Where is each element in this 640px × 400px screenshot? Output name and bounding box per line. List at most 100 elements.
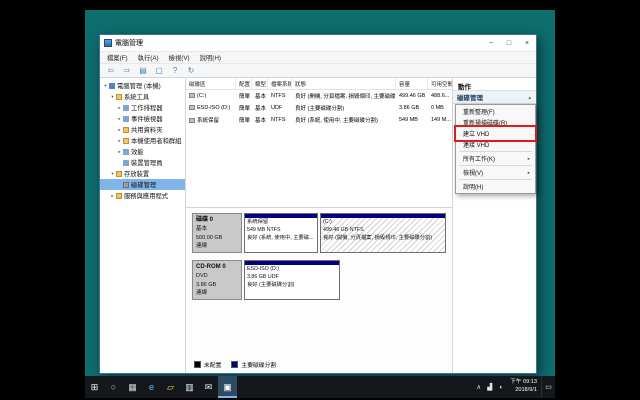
context-menu-item[interactable]: 連接 VHD: [457, 139, 534, 150]
tree-item[interactable]: ▸ 本機使用者和群組: [100, 135, 185, 146]
menu-item[interactable]: 檢視(V): [165, 53, 194, 62]
expand-arrow-icon[interactable]: ▸: [116, 149, 123, 155]
partition-status: 良好 (主要磁碟分割): [247, 281, 295, 288]
partitions: 系統保留 549 MB NTFS 良好 (系統, 使用中, 主要磁... (C:) 49…: [244, 213, 446, 253]
clock-date: 2018/9/1: [515, 387, 537, 393]
tree-item[interactable]: ▾ 存放裝置: [100, 168, 185, 179]
tree-item-label: 電腦管理 (本機): [117, 83, 161, 90]
context-menu-item[interactable]: 說明(H): [457, 181, 534, 192]
expand-arrow-icon[interactable]: ▸: [116, 127, 123, 133]
volume-cell: 488.6...: [431, 93, 450, 99]
taskbar: ⊞ ○ ▦ e ▱ ▥ ✉ ▣ ∧ ▟ ◖ 下午 09:13 2018/9/1 ▭: [85, 376, 555, 398]
volume-row[interactable]: (C:)簡單基本NTFS良好 (開機, 分頁檔案, 損毀傾印, 主要磁碟分割)4…: [186, 90, 452, 102]
context-menu-item[interactable]: 檢視(V) ▸: [457, 167, 534, 178]
maximize-button[interactable]: □: [500, 35, 518, 51]
disk-header[interactable]: CD-ROM 0 DVD 3.86 GB 連線: [192, 260, 242, 300]
caption-buttons: − □ ×: [482, 35, 536, 51]
expand-arrow-icon[interactable]: ▸: [116, 138, 123, 144]
tree-item[interactable]: 裝置管理員: [100, 157, 185, 168]
drive-icon: [189, 105, 195, 111]
column-header[interactable]: 容量: [396, 78, 428, 89]
computer-management-icon[interactable]: ▣: [218, 376, 237, 398]
column-header[interactable]: 磁碟區: [186, 78, 236, 89]
partition-block[interactable]: ESD-ISO (D:) 3.86 GB UDF 良好 (主要磁碟分割): [244, 260, 340, 300]
mail-icon[interactable]: ✉: [199, 376, 218, 398]
tree-item[interactable]: 磁碟管理: [100, 179, 185, 190]
tree-item-label: 服務與應用程式: [124, 193, 169, 200]
forward-icon[interactable]: ⇨: [121, 66, 133, 75]
context-menu-item[interactable]: 建立 VHD: [454, 125, 537, 142]
network-icon[interactable]: ▟: [484, 383, 495, 391]
partition-block[interactable]: 系統保留 549 MB NTFS 良好 (系統, 使用中, 主要磁...: [244, 213, 318, 253]
task-view-icon[interactable]: ▦: [123, 376, 142, 398]
expand-arrow-icon[interactable]: ▸: [109, 193, 116, 199]
volume-row[interactable]: ESD-ISO (D:) 簡單 基本 UDF 良好 (主要磁碟分割) 3.86 GB 0 M…: [186, 102, 452, 114]
folder-icon: [116, 170, 122, 177]
refresh-icon[interactable]: ↻: [185, 66, 197, 75]
tree-item-label: 效能: [131, 149, 144, 156]
partition-size: 499.46 GB NTFS: [323, 226, 364, 233]
partition-body: (C:) 499.46 GB NTFS 良好 (開機, 分頁檔案, 損毀傾印, 主要…: [321, 218, 445, 252]
volume-icon[interactable]: ◖: [495, 384, 506, 391]
legend-label: 未配置: [204, 363, 222, 369]
partition-status: 良好 (系統, 使用中, 主要磁...: [247, 234, 314, 241]
column-header[interactable]: 檔案系統: [268, 78, 292, 89]
edge-icon[interactable]: e: [142, 376, 161, 398]
actions-section-disk-management[interactable]: 磁碟管理 ▲: [453, 91, 536, 104]
column-header[interactable]: 可用空間: [428, 78, 452, 89]
disk-size: 3.86 GB: [196, 281, 217, 288]
menu-item[interactable]: 執行(A): [134, 53, 163, 62]
back-icon[interactable]: ⇦: [105, 66, 117, 75]
desktop: 電腦管理 − □ × 檔案(F) 執行(A) 檢視(V) 說明(H) ⇦ ⇨ ▤ ▢? ↻ ▾…: [85, 10, 555, 398]
start-button[interactable]: ⊞: [85, 376, 104, 398]
tree-item[interactable]: ▾ 系統工具: [100, 91, 185, 102]
tree-item[interactable]: ▸ 服務與應用程式: [100, 190, 185, 201]
taskbar-clock[interactable]: 下午 09:13 2018/9/1: [510, 379, 537, 394]
expand-arrow-icon[interactable]: ▾: [109, 94, 116, 100]
volume-cell: 基本: [255, 118, 267, 124]
expand-arrow-icon[interactable]: ▸: [116, 116, 123, 122]
volume-cell: (C:): [186, 93, 236, 99]
expand-arrow-icon[interactable]: ▾: [109, 171, 116, 177]
search-icon[interactable]: ○: [104, 376, 123, 398]
menu-item[interactable]: 說明(H): [196, 53, 225, 62]
action-center-icon[interactable]: ▭: [541, 376, 555, 398]
volume-rows: (C:)簡單基本NTFS良好 (開機, 分頁檔案, 損毀傾印, 主要磁碟分割)4…: [186, 90, 452, 126]
window-titlebar[interactable]: 電腦管理 − □ ×: [100, 35, 536, 51]
minimize-button[interactable]: −: [482, 35, 500, 51]
tree-item[interactable]: ▾ 電腦管理 (本機): [100, 80, 185, 91]
help-icon[interactable]: ?: [169, 66, 181, 75]
disk-icon: [123, 181, 129, 188]
volume-cell: 基本: [255, 94, 267, 100]
expand-arrow-icon[interactable]: ▾: [102, 83, 109, 89]
column-header[interactable]: 配置: [236, 78, 252, 89]
tree-item[interactable]: ▸ 效能: [100, 146, 185, 157]
legend-label: 主要磁碟分割: [241, 363, 277, 369]
clock-time: 下午 09:13: [510, 379, 537, 386]
empty-track: [342, 260, 446, 300]
volume-row[interactable]: 系統保留 簡單 基本 NTFS 良好 (系統, 使用中, 主要磁碟分割) 549 MB 14…: [186, 114, 452, 126]
context-menu-item[interactable]: 重新掃描磁碟(R): [457, 117, 534, 128]
expand-arrow-icon[interactable]: ▸: [116, 105, 123, 111]
tree-item[interactable]: ▸ 工作排程器: [100, 102, 185, 113]
collapse-icon[interactable]: ▲: [528, 95, 532, 100]
tray-expand-icon[interactable]: ∧: [473, 383, 484, 391]
context-menu-item[interactable]: 所有工作(K) ▸: [457, 153, 534, 164]
column-header[interactable]: 類型: [252, 78, 268, 89]
menu-item[interactable]: 檔案(F): [103, 53, 132, 62]
store-icon[interactable]: ▥: [180, 376, 199, 398]
tree-item[interactable]: ▸ 共用資料夾: [100, 124, 185, 135]
context-menu-item[interactable]: 重新整理(F): [457, 106, 534, 117]
tree-item-label: 裝置管理員: [131, 160, 163, 167]
partition-block[interactable]: (C:) 499.46 GB NTFS 良好 (開機, 分頁檔案, 損毀傾印, 主要…: [320, 213, 446, 253]
volume-cell: 系統保留: [186, 116, 236, 124]
volume-cell: 良好 (主要磁碟分割): [295, 106, 345, 112]
close-button[interactable]: ×: [518, 35, 536, 51]
column-header[interactable]: 狀態: [292, 78, 396, 89]
properties-icon[interactable]: ▢: [153, 66, 165, 75]
disk-header[interactable]: 磁碟 0 基本 500.00 GB 連線: [192, 213, 242, 253]
file-explorer-icon[interactable]: ▱: [161, 376, 180, 398]
console-tree-icon[interactable]: ▤: [137, 66, 149, 75]
tree-item[interactable]: ▸ 事件檢視器: [100, 113, 185, 124]
tool-icon: [123, 159, 129, 166]
